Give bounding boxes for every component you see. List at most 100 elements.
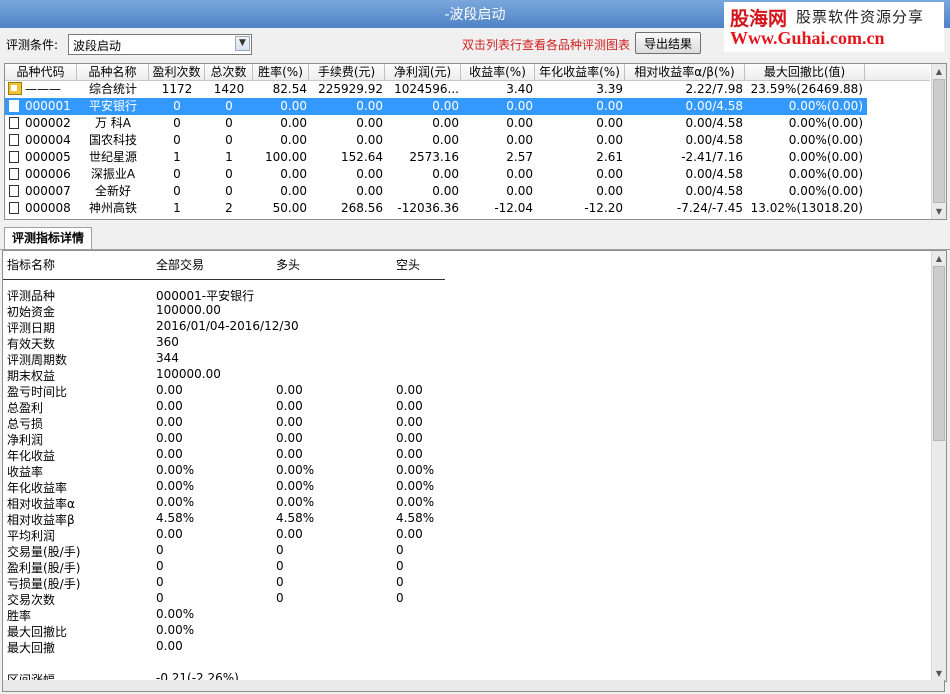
table-cell-code: 000004 — [25, 133, 71, 147]
scroll-down-icon[interactable]: ▼ — [932, 204, 946, 219]
column-header[interactable]: 总次数 — [205, 64, 253, 80]
document-icon — [9, 185, 19, 197]
scroll-up-icon[interactable]: ▲ — [932, 64, 946, 79]
table-cell-alpha: 2.22/7.98 — [685, 82, 743, 96]
indicator-name: 评测日期 — [7, 321, 56, 335]
list-item: 亏损量(股/手) 0 0 0 — [3, 575, 923, 591]
logo-url: Www.Guhai.com.cn — [730, 28, 885, 48]
grid-header: 品种代码 品种名称 盈利次数 总次数 胜率(%) 手续费(元) 净利润(元) 收益率(%) 年化… — [5, 64, 930, 81]
indicator-value: 0 — [276, 591, 284, 605]
indicator-value: 100000.00 — [156, 367, 221, 381]
indicator-value: 4.58% — [156, 511, 195, 525]
indicator-value: 0.00% — [276, 463, 315, 477]
tab-indicator-details[interactable]: 评测指标详情 — [4, 227, 92, 249]
table-cell-name: 万 科A — [94, 116, 132, 130]
column-header[interactable]: 年化收益率(%) — [535, 64, 625, 80]
table-cell-name: 国农科技 — [88, 133, 137, 147]
table-cell-profit: 0.00 — [432, 167, 459, 181]
condition-select[interactable]: 波段启动 ▼ — [68, 34, 252, 55]
column-header[interactable]: 品种名称 — [77, 64, 149, 80]
column-header[interactable]: 胜率(%) — [253, 64, 309, 80]
table-cell-annual: 3.39 — [596, 82, 623, 96]
indicator-name: 净利润 — [7, 433, 44, 447]
table-row[interactable]: 000002 万 科A 0 0 0.00 0.00 0.00 0.00 0.00 0.00/4.5… — [5, 115, 867, 132]
list-item: 总盈利 0.00 0.00 0.00 — [3, 399, 923, 415]
detail-scrollbar[interactable]: ▲ ▼ — [931, 251, 946, 681]
list-item: 评测周期数 344 — [3, 351, 923, 367]
indicator-value: 0.00 — [276, 527, 303, 541]
chevron-down-icon[interactable]: ▼ — [235, 36, 250, 51]
table-cell-name: 世纪星源 — [88, 150, 137, 164]
list-item: 收益率 0.00% 0.00% 0.00% — [3, 463, 923, 479]
document-icon — [9, 100, 19, 112]
table-cell-ret: 0.00 — [506, 167, 533, 181]
list-item: 年化收益率 0.00% 0.00% 0.00% — [3, 479, 923, 495]
detail-hscrollbar[interactable] — [2, 680, 945, 692]
table-cell-fee: 0.00 — [356, 167, 383, 181]
indicator-value: 0.00% — [396, 463, 435, 477]
indicator-value: 0.00 — [396, 415, 423, 429]
table-cell-mdd: 0.00%(0.00) — [788, 184, 863, 198]
list-item: 交易量(股/手) 0 0 0 — [3, 543, 923, 559]
column-header[interactable]: 收益率(%) — [461, 64, 535, 80]
grid-scrollbar[interactable]: ▲ ▼ — [931, 64, 946, 219]
indicator-value: 0.00 — [276, 431, 303, 445]
column-header[interactable]: 手续费(元) — [309, 64, 385, 80]
indicator-value: 0.00% — [276, 495, 315, 509]
summary-icon — [8, 82, 22, 95]
indicator-value: 0.00 — [156, 431, 183, 445]
indicator-value: 344 — [156, 351, 179, 365]
table-cell-name: 全新好 — [94, 184, 131, 198]
table-cell-profit: 0.00 — [432, 133, 459, 147]
indicator-value: 0.00 — [396, 383, 423, 397]
column-header[interactable]: 最大回撤比(值) — [745, 64, 865, 80]
table-row[interactable]: 000007 全新好 0 0 0.00 0.00 0.00 0.00 0.00 0.00/4.58… — [5, 183, 867, 200]
table-cell-fee: 0.00 — [356, 133, 383, 147]
indicator-name: 总盈利 — [7, 401, 44, 415]
table-row[interactable]: ——— 综合统计 1172 1420 82.54 225929.92 1024596... 3… — [5, 81, 867, 98]
table-cell-profit: 0.00 — [432, 184, 459, 198]
table-cell-code: 000008 — [25, 201, 71, 215]
column-header[interactable]: 净利润(元) — [385, 64, 461, 80]
export-button[interactable]: 导出结果 — [635, 32, 701, 54]
table-cell-total: 0 — [225, 99, 233, 113]
table-cell-ret: 0.00 — [506, 99, 533, 113]
table-cell-alpha: -2.41/7.16 — [681, 150, 743, 164]
table-cell-alpha: -7.24/-7.45 — [676, 201, 743, 215]
table-row[interactable]: 000005 世纪星源 1 1 100.00 152.64 2573.16 2.57 2.61 -… — [5, 149, 867, 166]
table-cell-wins: 1 — [173, 201, 181, 215]
detail-header-name: 指标名称 — [7, 258, 56, 272]
table-cell-winrate: 0.00 — [280, 167, 307, 181]
table-cell-code: 000007 — [25, 184, 71, 198]
list-item: 年化收益 0.00 0.00 0.00 — [3, 447, 923, 463]
scroll-up-icon[interactable]: ▲ — [932, 251, 946, 266]
scroll-thumb[interactable] — [933, 266, 945, 441]
column-header[interactable]: 品种代码 — [5, 64, 77, 80]
indicator-value: 0 — [156, 591, 164, 605]
list-item: 净利润 0.00 0.00 0.00 — [3, 431, 923, 447]
table-cell-code: 000002 — [25, 116, 71, 130]
table-cell-wins: 0 — [173, 184, 181, 198]
table-cell-winrate: 0.00 — [280, 184, 307, 198]
table-cell-alpha: 0.00/4.58 — [685, 184, 743, 198]
guhai-logo: 股海网 股票软件资源分享 Www.Guhai.com.cn — [724, 2, 944, 52]
table-cell-fee: 152.64 — [341, 150, 383, 164]
table-cell-wins: 0 — [173, 133, 181, 147]
table-row[interactable]: 000006 深振业A 0 0 0.00 0.00 0.00 0.00 0.00 0.00/4.5… — [5, 166, 867, 183]
list-item: 胜率 0.00% — [3, 607, 923, 623]
table-row[interactable]: 000004 国农科技 0 0 0.00 0.00 0.00 0.00 0.00 0.00/4.5… — [5, 132, 867, 149]
scroll-thumb[interactable] — [933, 79, 945, 203]
column-header[interactable]: 盈利次数 — [149, 64, 205, 80]
list-item: 相对收益率α 0.00% 0.00% 0.00% — [3, 495, 923, 511]
indicator-value: 0.00 — [156, 383, 183, 397]
table-row[interactable]: 000008 神州高铁 1 2 50.00 268.56 -12036.36 -12.04 -1… — [5, 200, 867, 217]
table-cell-ret: 2.57 — [506, 150, 533, 164]
indicator-name: 盈亏时间比 — [7, 385, 68, 399]
table-cell-mdd: 13.02%(13018.20) — [750, 201, 863, 215]
document-icon — [9, 117, 19, 129]
column-header[interactable]: 相对收益率α/β(%) — [625, 64, 745, 80]
scroll-down-icon[interactable]: ▼ — [932, 666, 946, 681]
results-grid[interactable]: 品种代码 品种名称 盈利次数 总次数 胜率(%) 手续费(元) 净利润(元) 收益率(%) 年化… — [4, 63, 947, 220]
table-row[interactable]: 000001 平安银行 0 0 0.00 0.00 0.00 0.00 0.00 0.00/4.5… — [5, 98, 867, 115]
indicator-value: 0 — [396, 591, 404, 605]
